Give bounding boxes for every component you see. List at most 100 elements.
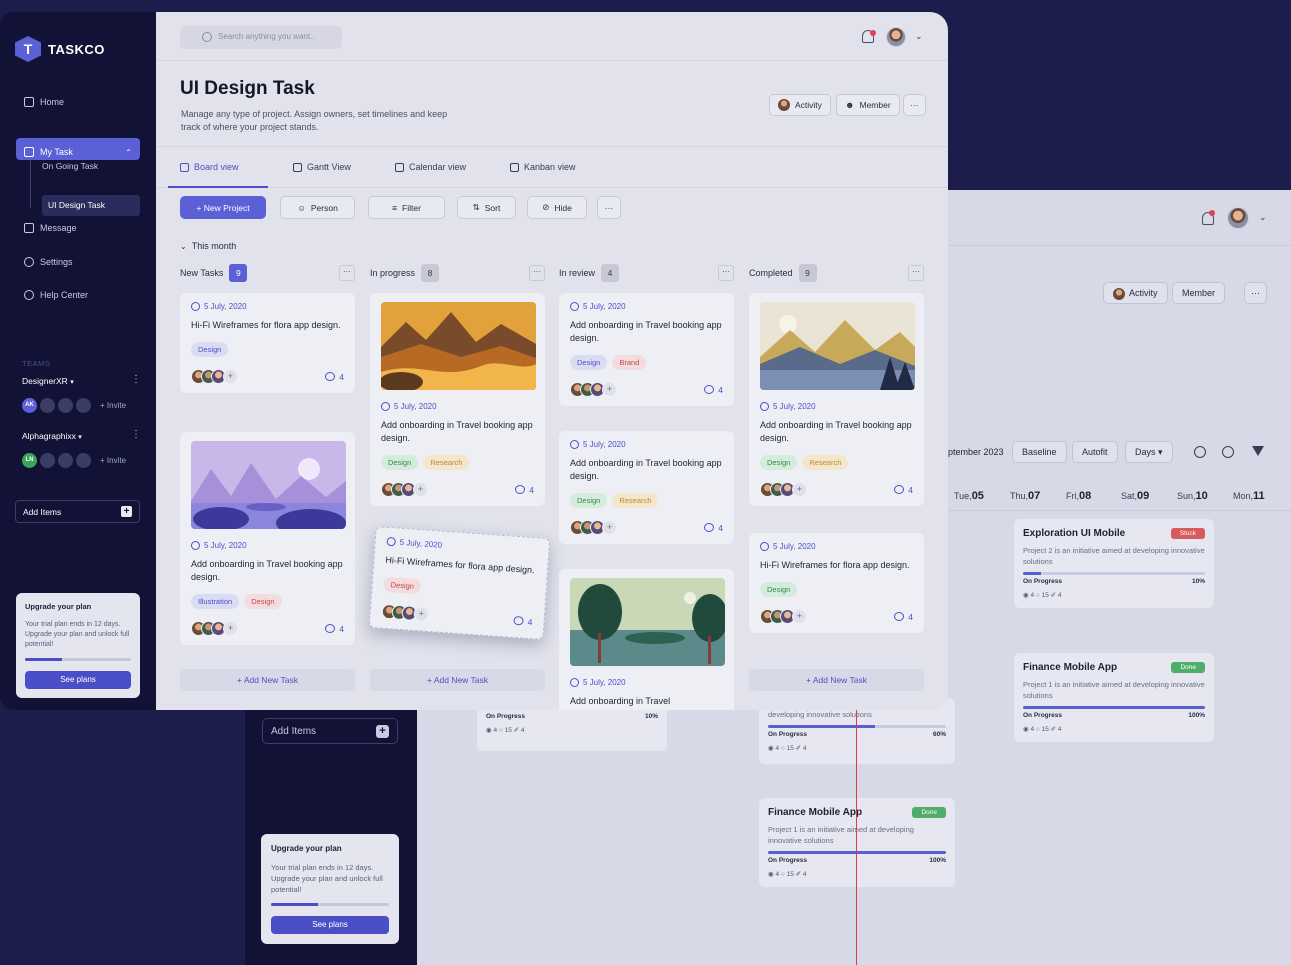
tab-gantt-view[interactable]: Gantt View	[293, 162, 351, 172]
sidebar-item-home[interactable]: Home	[24, 97, 64, 107]
member-avatar[interactable]	[58, 398, 73, 413]
comments-count[interactable]: 4	[325, 624, 344, 634]
task-card[interactable]: 5 July, 2020 Hi-Fi Wireframes for flora …	[749, 533, 924, 633]
column-more-button[interactable]: ···	[718, 265, 734, 281]
comments-count[interactable]: 4	[325, 372, 344, 382]
tag: Design	[381, 455, 419, 470]
bg-member-button[interactable]: Member	[1172, 282, 1226, 304]
member-avatar[interactable]	[76, 398, 91, 413]
team-name[interactable]: DesignerXR ▾	[22, 376, 74, 386]
team-name[interactable]: Alphagraphixx ▾	[22, 431, 82, 441]
task-card-dragging[interactable]: 5 July, 2020 Hi-Fi Wireframes for flora …	[368, 526, 551, 640]
bg-user-avatar[interactable]	[1227, 207, 1249, 229]
add-new-task-button[interactable]: + Add New Task	[180, 669, 355, 691]
task-card[interactable]: 5 July, 2020 Add onboarding in Travel bo…	[749, 293, 924, 506]
activity-button[interactable]: Activity	[769, 94, 831, 116]
bg-chevron-down-icon[interactable]: ⌄	[1259, 212, 1267, 223]
filter-icon[interactable]	[1252, 446, 1264, 456]
month-group-toggle[interactable]: ⌄ This month	[180, 241, 236, 251]
chevron-down-icon[interactable]: ⌄	[915, 31, 923, 42]
new-project-button[interactable]: + New Project	[180, 196, 266, 219]
add-new-task-button[interactable]: + Add New Task	[749, 669, 924, 691]
task-tags: Design	[191, 342, 344, 357]
toolbar-more-button[interactable]: ···	[597, 196, 621, 219]
days-select[interactable]: Days ▾	[1125, 441, 1173, 463]
task-card[interactable]: 5 July, 2020 Hi-Fi Wireframes for flora …	[180, 293, 355, 393]
assignee-avatars[interactable]: +	[191, 369, 238, 384]
subnav-ongoing-task[interactable]: On Going Task	[42, 161, 98, 171]
sort-button[interactable]: ⇅ Sort	[457, 196, 516, 219]
column-more-button[interactable]: ···	[908, 265, 924, 281]
add-items-button[interactable]: Add Items +	[15, 500, 140, 523]
sidebar-item-settings[interactable]: Settings	[24, 257, 73, 267]
today-line	[856, 690, 857, 965]
member-avatar[interactable]	[76, 453, 91, 468]
see-plans-button[interactable]: See plans	[271, 916, 389, 934]
clock-icon	[191, 302, 200, 311]
bg-activity-button[interactable]: Activity	[1103, 282, 1168, 304]
gantt-card[interactable]: Exploration UI Mobile Stuck Project 2 is…	[1014, 519, 1214, 608]
tag: Design	[383, 576, 422, 595]
assignee-avatars[interactable]: +	[570, 382, 617, 397]
comments-count[interactable]: 4	[513, 615, 533, 627]
see-plans-button[interactable]: See plans	[25, 671, 131, 689]
assignee-avatars[interactable]: +	[381, 603, 430, 622]
bg-add-items[interactable]: Add Items +	[262, 718, 398, 744]
sidebar-item-my-task[interactable]: My Task ⌃	[16, 138, 140, 160]
column-more-button[interactable]: ···	[529, 265, 545, 281]
zoom-out-icon[interactable]	[1194, 446, 1206, 458]
baseline-button[interactable]: Baseline	[1012, 441, 1067, 463]
comments-count[interactable]: 4	[704, 385, 723, 395]
assignee-avatars[interactable]: +	[381, 482, 428, 497]
zoom-in-icon[interactable]	[1222, 446, 1234, 458]
column-more-button[interactable]: ···	[339, 265, 355, 281]
sidebar-item-help[interactable]: Help Center	[24, 290, 88, 300]
invite-link[interactable]: + Invite	[100, 401, 126, 410]
member-avatar[interactable]	[58, 453, 73, 468]
comments-count[interactable]: 4	[704, 523, 723, 533]
member-button[interactable]: ☻ Member	[836, 94, 900, 116]
hide-button[interactable]: ⊘ Hide	[527, 196, 587, 219]
autofit-button[interactable]: Autofit	[1072, 441, 1118, 463]
comments-count[interactable]: 4	[894, 612, 913, 622]
team-menu-icon[interactable]: ⋮	[131, 429, 141, 440]
member-avatar[interactable]: AK	[22, 398, 37, 413]
user-avatar[interactable]	[886, 27, 906, 47]
tag: Research	[612, 493, 659, 508]
filter-button[interactable]: ≡ Filter	[368, 196, 445, 219]
task-card[interactable]: 5 July, 2020 Add onboarding in Travel bo…	[559, 293, 734, 406]
comments-count[interactable]: 4	[515, 485, 534, 495]
task-card[interactable]: 5 July, 2020 Add onboarding in Travel bo…	[559, 431, 734, 544]
add-new-task-button[interactable]: + Add New Task	[370, 669, 545, 691]
search-input[interactable]: Search anything you want..	[180, 26, 342, 49]
assignee-avatars[interactable]: +	[191, 621, 238, 636]
member-avatar[interactable]	[40, 398, 55, 413]
sidebar-item-message[interactable]: Message	[24, 223, 77, 233]
assignee-avatars[interactable]: +	[760, 482, 807, 497]
add-assignee-icon: +	[602, 382, 617, 397]
tab-board-view[interactable]: Board view	[180, 162, 239, 172]
comment-icon	[704, 385, 715, 394]
tab-kanban-view[interactable]: Kanban view	[510, 162, 576, 172]
assignee-avatars[interactable]: +	[760, 609, 807, 624]
comments-count[interactable]: 4	[894, 485, 913, 495]
task-tags: Illustration Design	[191, 594, 344, 609]
team-menu-icon[interactable]: ⋮	[131, 374, 141, 385]
gantt-card[interactable]: Finance Mobile App Done Project 1 is an …	[1014, 653, 1214, 742]
tab-calendar-view[interactable]: Calendar view	[395, 162, 466, 172]
assignee-avatars[interactable]: +	[570, 520, 617, 535]
gantt-card-partial[interactable]: On Progress 10% ◉ 4 ○ 15 ✐ 4	[477, 705, 667, 751]
team-members: AK + Invite	[22, 398, 126, 413]
person-button[interactable]: ☺ Person	[280, 196, 355, 219]
bg-more-button[interactable]: ···	[1244, 282, 1267, 304]
gantt-card-meta: ◉ 4 ○ 15 ✐ 4	[1023, 592, 1062, 599]
invite-link[interactable]: + Invite	[100, 456, 126, 465]
subnav-ui-design-task[interactable]: UI Design Task	[42, 195, 140, 216]
gantt-card[interactable]: Finance Mobile App Done Project 1 is an …	[759, 798, 955, 887]
member-avatar[interactable]: LN	[22, 453, 37, 468]
task-card[interactable]: 5 July, 2020 Add onboarding in Travel	[559, 569, 734, 710]
task-card[interactable]: 5 July, 2020 Add onboarding in Travel bo…	[370, 293, 545, 506]
task-card[interactable]: 5 July, 2020 Add onboarding in Travel bo…	[180, 432, 355, 645]
more-button[interactable]: ···	[903, 94, 926, 116]
member-avatar[interactable]	[40, 453, 55, 468]
